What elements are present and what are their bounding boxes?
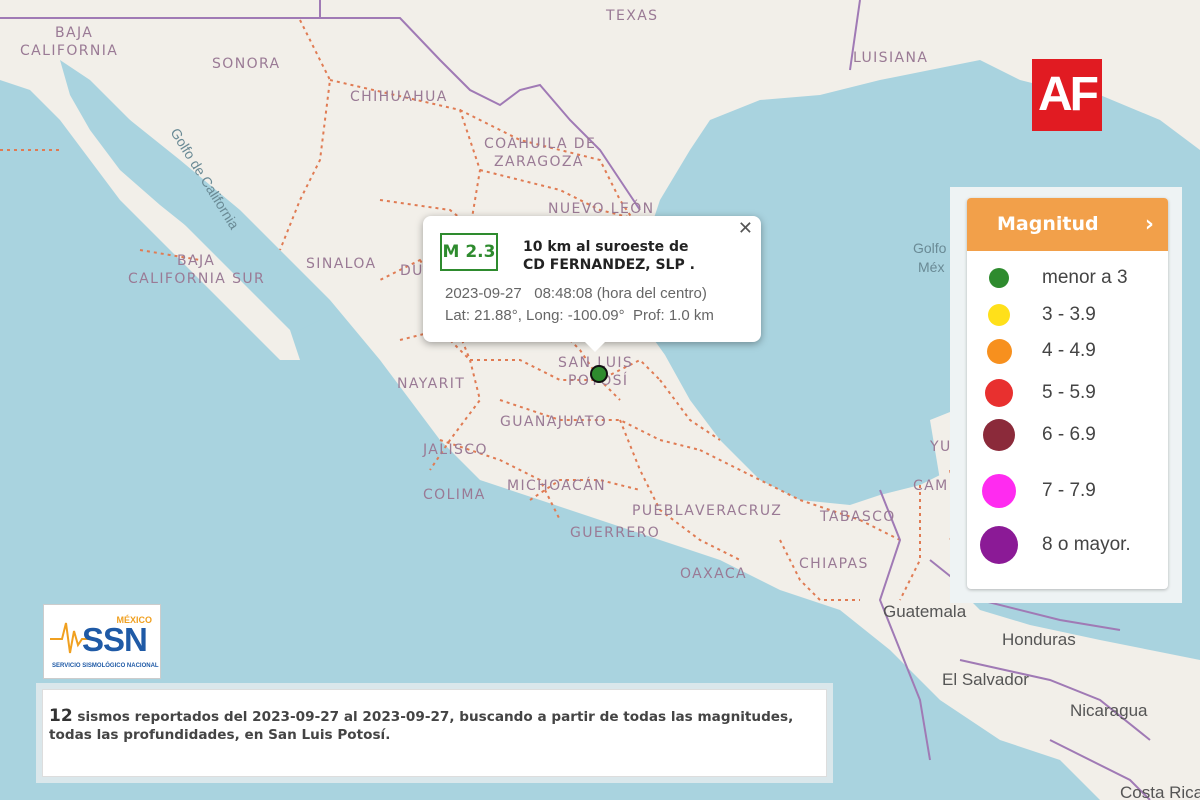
- chevron-right-icon[interactable]: ›: [1145, 198, 1154, 251]
- label-nayarit: NAYARIT: [397, 376, 465, 392]
- legend-item-label: 5 - 5.9: [1042, 382, 1096, 403]
- magnitude-color-dot: [986, 338, 1012, 364]
- legend-item: 3 - 3.9: [967, 300, 1168, 330]
- label-nicaragua: Nicaragua: [1070, 701, 1148, 720]
- legend-item-label: 8 o mayor.: [1042, 534, 1131, 555]
- label-puebla: PUEBLA: [632, 503, 695, 519]
- label-chiapas: CHIAPAS: [799, 556, 869, 572]
- label-guatemala: Guatemala: [883, 602, 967, 621]
- label-honduras: Honduras: [1002, 630, 1076, 649]
- svg-text:ZARAGOZA: ZARAGOZA: [494, 154, 584, 170]
- legend-header[interactable]: Magnitud ›: [967, 198, 1168, 251]
- label-michoacan: MICHOACÁN: [507, 477, 606, 494]
- report-count: 12: [49, 706, 73, 726]
- label-sonora: SONORA: [212, 56, 281, 72]
- legend-item: 5 - 5.9: [967, 378, 1168, 408]
- label-guanajuato: GUANAJUATO: [500, 414, 607, 430]
- label-jalisco: JALISCO: [422, 442, 488, 458]
- magnitude-color-dot: [982, 474, 1016, 508]
- magnitude-badge: M 2.3: [440, 233, 498, 271]
- legend-item-label: menor a 3: [1042, 267, 1128, 288]
- magnitude-color-dot: [985, 379, 1013, 407]
- legend-item: 4 - 4.9: [967, 336, 1168, 366]
- earthquake-popup: ✕ M 2.3 10 km al suroeste de CD FERNANDE…: [423, 216, 761, 352]
- label-tabasco: TABASCO: [819, 509, 896, 525]
- af-logo: AF: [1032, 59, 1102, 131]
- label-baja-california-sur: BAJA: [177, 253, 215, 269]
- legend-item: menor a 3: [967, 263, 1168, 293]
- label-golfo-mexico: Golfo: [913, 240, 947, 256]
- magnitude-color-dot: [980, 526, 1018, 564]
- label-durango: DU: [400, 263, 424, 279]
- label-veracruz: VERACRUZ: [695, 503, 782, 519]
- label-oaxaca: OAXACA: [680, 566, 747, 582]
- location-text: 10 km al suroeste de CD FERNANDEZ, SLP .: [523, 239, 695, 273]
- label-texas: TEXAS: [605, 8, 658, 24]
- label-yucatan: YU: [929, 439, 952, 455]
- magnitude-legend: Magnitud › menor a 3 3 - 3.9 4 - 4.9 5 - 5.…: [967, 198, 1168, 589]
- label-baja-california: BAJA: [55, 25, 93, 41]
- label-nuevo-leon: NUEVO LEÓN: [548, 199, 655, 217]
- label-guerrero: GUERRERO: [570, 525, 660, 541]
- label-chihuahua: CHIHUAHUA: [350, 89, 448, 105]
- legend-item: 7 - 7.9: [967, 474, 1168, 508]
- label-costa-rica: Costa Rica: [1120, 783, 1200, 800]
- magnitude-color-dot: [989, 268, 1009, 288]
- label-luisiana: LUISIANA: [853, 50, 928, 66]
- magnitude-color-dot: [983, 419, 1015, 451]
- coordinates-text: Lat: 21.88°, Long: -100.09° Prof: 1.0 km: [445, 307, 714, 324]
- legend-item-label: 7 - 7.9: [1042, 480, 1096, 501]
- legend-item-label: 4 - 4.9: [1042, 340, 1096, 361]
- datetime-text: 2023-09-27 08:48:08 (hora del centro): [445, 285, 707, 302]
- legend-item: 6 - 6.9: [967, 419, 1168, 451]
- report-box: 12 sismos reportados del 2023-09-27 al 2…: [42, 689, 827, 777]
- svg-text:CALIFORNIA: CALIFORNIA: [20, 43, 118, 59]
- svg-text:CALIFORNIA SUR: CALIFORNIA SUR: [128, 271, 265, 287]
- close-icon[interactable]: ✕: [738, 218, 753, 239]
- label-el-salvador: El Salvador: [942, 670, 1029, 689]
- svg-text:Méx: Méx: [918, 259, 944, 275]
- label-sinaloa: SINALOA: [306, 256, 377, 272]
- report-text: 12 sismos reportados del 2023-09-27 al 2…: [49, 706, 794, 743]
- legend-item: 8 o mayor.: [967, 526, 1168, 564]
- legend-item-label: 3 - 3.9: [1042, 304, 1096, 325]
- label-coahuila: COAHUILA DE: [484, 136, 596, 152]
- legend-item-label: 6 - 6.9: [1042, 424, 1096, 445]
- legend-title: Magnitud: [997, 213, 1099, 235]
- label-colima: COLIMA: [423, 487, 486, 503]
- magnitude-color-dot: [988, 304, 1010, 326]
- earthquake-marker[interactable]: [590, 365, 608, 383]
- ssn-logo: MÉXICO SSN SERVICIO SISMOLÓGICO NACIONAL: [43, 604, 161, 679]
